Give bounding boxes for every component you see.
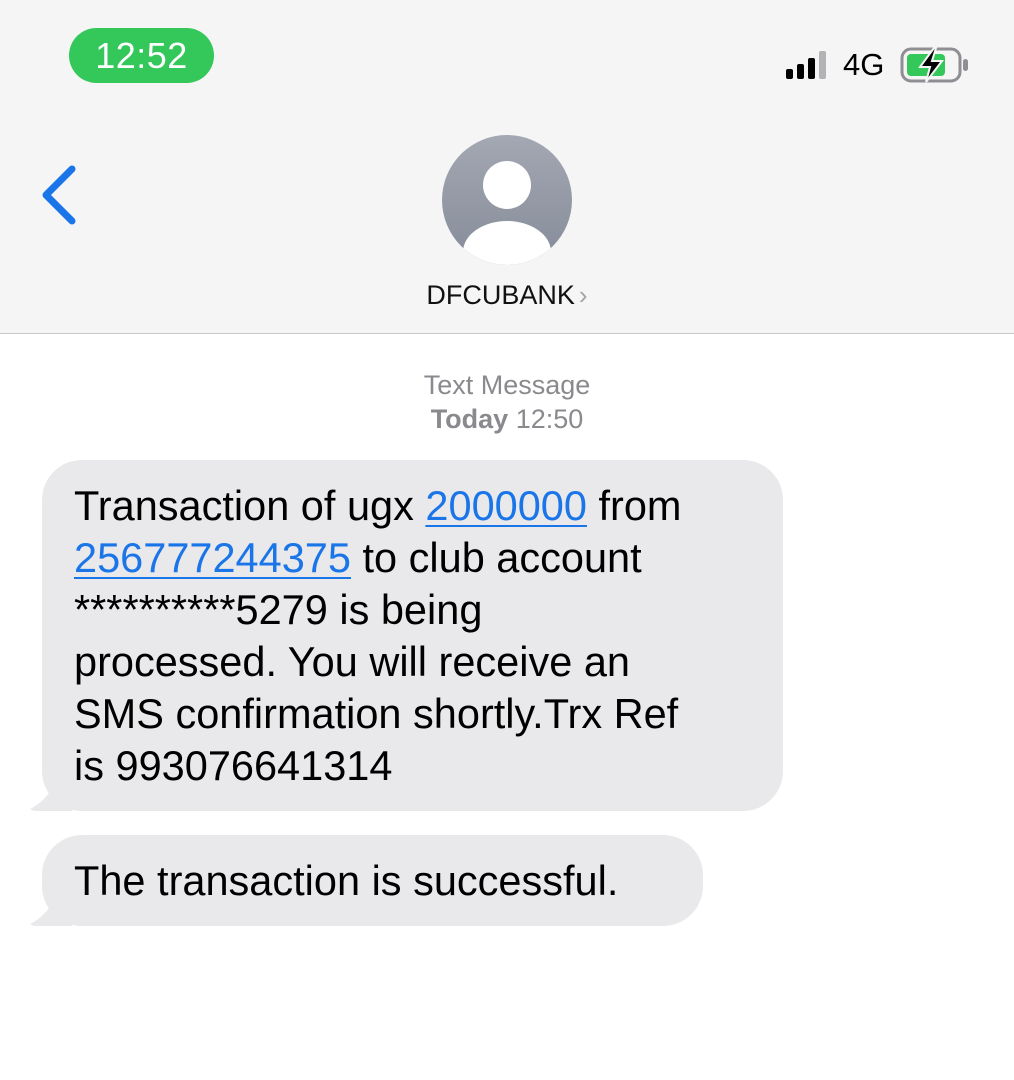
date-label: Today — [430, 404, 509, 434]
back-chevron-icon[interactable] — [38, 163, 86, 227]
conversation-header: 12:52 4G DFCUBANK › — [0, 0, 1014, 334]
contact-name-label: DFCUBANK — [426, 280, 575, 310]
message-line: **********5279 is being — [74, 586, 483, 633]
message-line: 256777244375 to club account — [74, 534, 642, 581]
chevron-right-icon: › — [578, 280, 588, 310]
phone-number-link[interactable]: 256777244375 — [74, 534, 351, 581]
message-line: Transaction of ugx 2000000 from — [74, 482, 682, 529]
bubble-tail — [30, 892, 72, 926]
amount-link[interactable]: 2000000 — [425, 482, 587, 529]
message-bubble[interactable]: Transaction of ugx 2000000 from 25677724… — [30, 460, 783, 811]
time-label: 12:50 — [515, 404, 584, 434]
message-bubble[interactable]: The transaction is successful. — [30, 835, 703, 926]
network-type: 4G — [843, 47, 885, 82]
message-line: SMS confirmation shortly.Trx Ref — [74, 690, 679, 737]
battery-charging-icon — [900, 47, 968, 83]
message-type-label: Text Message — [423, 370, 591, 400]
contact-name-button[interactable]: DFCUBANK › — [0, 277, 1014, 313]
bubble-tail — [30, 777, 72, 811]
message-text: The transaction is successful. — [74, 857, 619, 904]
message-timestamp: Today 12:50 — [0, 402, 1014, 436]
status-time: 12:52 — [69, 28, 214, 83]
contact-avatar-icon[interactable] — [442, 135, 572, 265]
message-line: processed. You will receive an — [74, 638, 630, 685]
message-line: is 993076641314 — [74, 742, 393, 789]
cellular-signal-icon — [786, 51, 826, 79]
